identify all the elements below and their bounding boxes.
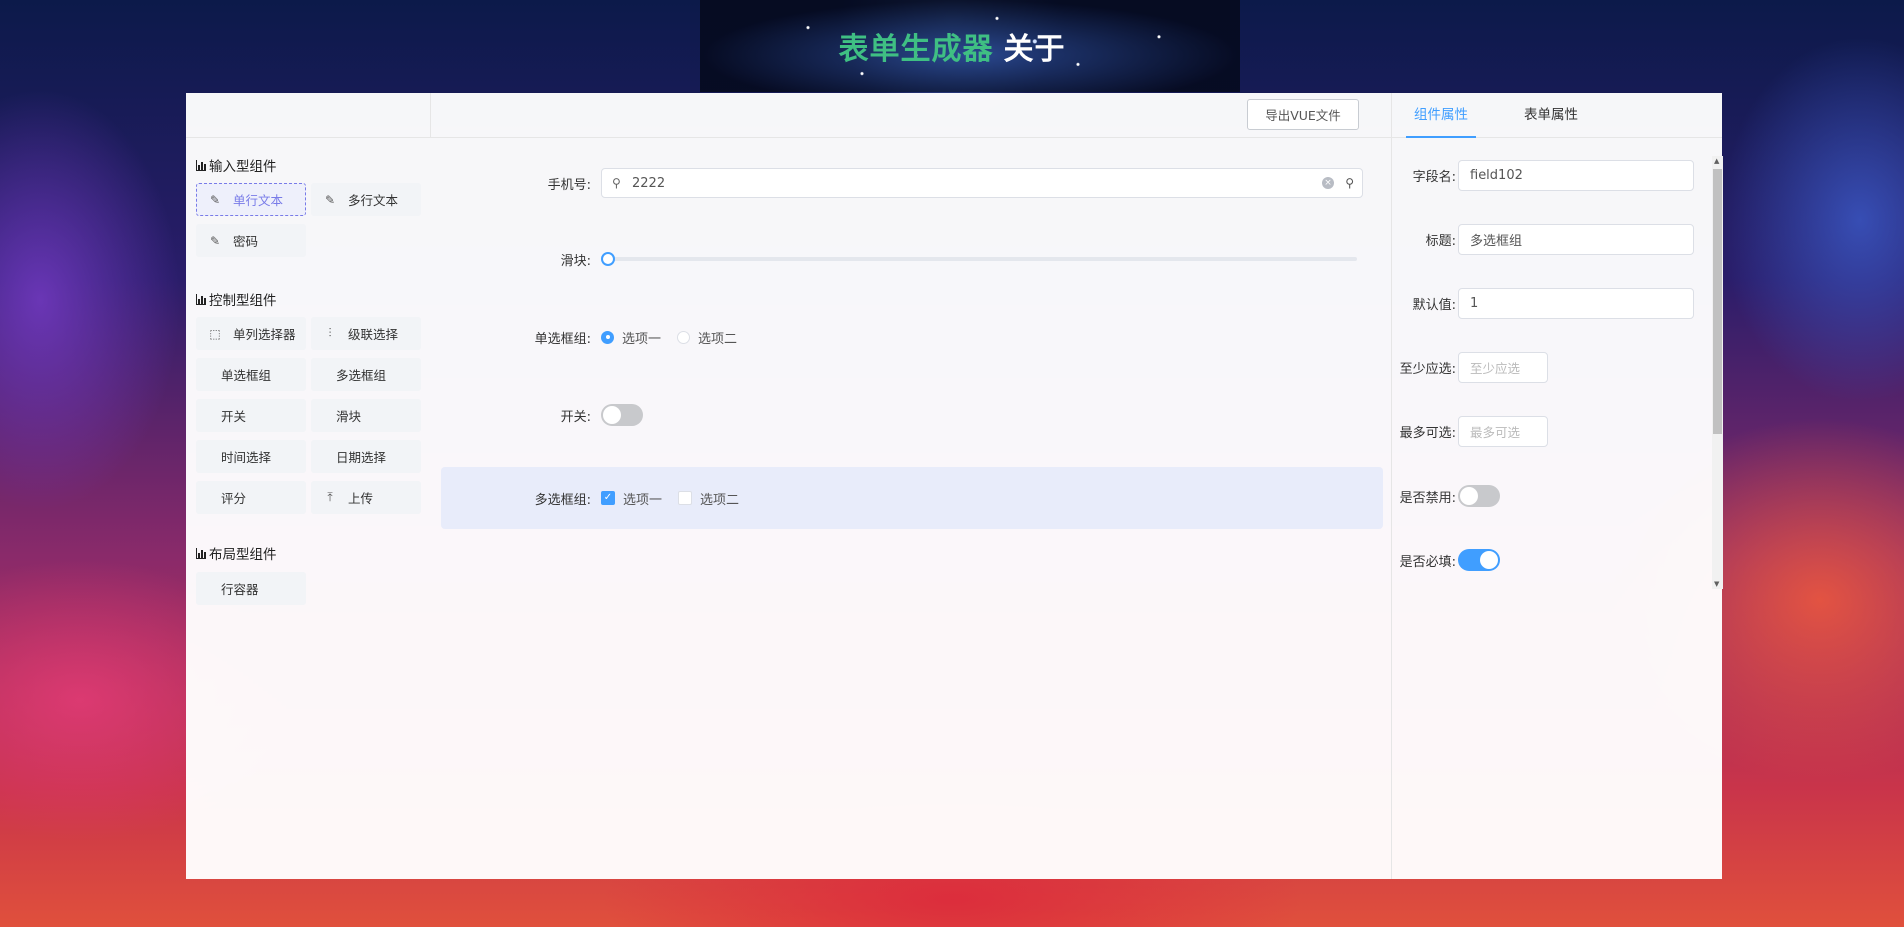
form-item-slider[interactable]: 滑块: [441,247,1383,271]
component-slider[interactable]: 滑块 [311,399,421,432]
form-item-phone[interactable]: 手机号: ⚲ 2222 × ⚲ [441,167,1383,199]
properties-panel: 组件属性 表单属性 字段名: field102 标题: 多选框组 默认值: 1 … [1391,93,1723,879]
tab-form-props[interactable]: 表单属性 [1524,93,1578,138]
form-item-radio-group[interactable]: 单选框组: 选项一 选项二 [441,325,1383,349]
prop-disabled: 是否禁用: [1392,485,1712,507]
form-item-switch[interactable]: 开关: [441,402,1383,428]
about-link[interactable]: 关于 [1004,32,1066,67]
properties-scrollbar[interactable]: ▲ ▼ [1712,156,1723,589]
chart-icon [196,547,206,559]
chart-icon [196,293,206,305]
slider-track [607,257,1357,261]
prop-required: 是否必填: [1392,549,1712,571]
prop-min: 至少应选: 至少应选 [1392,352,1712,383]
component-password[interactable]: ✎ 密码 [196,224,306,257]
component-radio-group[interactable]: 单选框组 [196,358,306,391]
disabled-switch[interactable] [1458,485,1500,507]
component-cascader[interactable]: ⫶ 级联选择 [311,317,421,350]
scrollbar-thumb[interactable] [1713,169,1722,434]
radio-option-2[interactable]: 选项二 [677,328,737,347]
component-single-line-text[interactable]: ✎ 单行文本 [196,183,306,216]
clear-icon[interactable]: × [1322,177,1334,189]
default-value-input[interactable]: 1 [1458,288,1694,319]
component-time-picker[interactable]: 时间选择 [196,440,306,473]
slider-handle[interactable] [601,252,615,266]
switch-toggle[interactable] [601,404,643,426]
brand-title: 表单生成器 [838,32,994,67]
component-multi-line-text[interactable]: ✎ 多行文本 [311,183,421,216]
edit-icon: ✎ [209,233,221,248]
prop-default-value: 默认值: 1 [1392,288,1712,319]
cascader-icon: ⫶ [328,326,332,340]
form-generator-panel: 输入型组件 ✎ 单行文本 ✎ 多行文本 ✎ 密码 控制型组件 ⬚ 单列选择器 ⫶ 级联选择… [186,93,1723,879]
prop-field-name: 字段名: field102 [1392,160,1712,191]
user-icon: ⚲ [612,176,621,190]
prop-max: 最多可选: 最多可选 [1392,416,1712,447]
group-title-layout: 布局型组件 [196,543,277,563]
check-icon: ✓ [601,491,615,505]
component-upload[interactable]: ⤒ 上传 [311,481,421,514]
phone-input[interactable]: ⚲ 2222 × ⚲ [601,168,1363,198]
title-input[interactable]: 多选框组 [1458,224,1694,255]
component-row-container[interactable]: 行容器 [196,572,306,605]
component-rate[interactable]: 评分 [196,481,306,514]
user-icon: ⚲ [1345,176,1354,190]
max-input[interactable]: 最多可选 [1458,416,1548,447]
phone-value: 2222 [632,175,666,191]
edit-icon: ✎ [324,192,336,207]
palette-header [186,93,431,138]
form-item-checkbox-group[interactable]: 多选框组: ✓ 选项一 选项二 [441,467,1383,529]
component-switch[interactable]: 开关 [196,399,306,432]
upload-icon: ⤒ [327,490,333,504]
scroll-down-icon[interactable]: ▼ [1714,580,1719,588]
checkbox-option-1[interactable]: ✓ 选项一 [601,489,662,508]
app-title: 表单生成器 关于 [0,24,1904,68]
component-palette: 输入型组件 ✎ 单行文本 ✎ 多行文本 ✎ 密码 控制型组件 ⬚ 单列选择器 ⫶ 级联选择… [186,93,431,879]
group-title-control: 控制型组件 [196,289,277,309]
field-name-input[interactable]: field102 [1458,160,1694,191]
export-vue-button[interactable]: 导出VUE文件 [1247,99,1359,130]
checkbox-option-2[interactable]: 选项二 [678,489,739,508]
property-tabs: 组件属性 表单属性 [1392,93,1722,138]
required-switch[interactable] [1458,549,1500,571]
scroll-up-icon[interactable]: ▲ [1714,157,1719,165]
group-title-input: 输入型组件 [196,155,277,175]
component-date-picker[interactable]: 日期选择 [311,440,421,473]
chart-icon [196,159,206,171]
prop-title: 标题: 多选框组 [1392,224,1712,255]
component-checkbox-group[interactable]: 多选框组 [311,358,421,391]
slider[interactable] [601,252,1357,266]
component-select[interactable]: ⬚ 单列选择器 [196,317,306,350]
tab-component-props[interactable]: 组件属性 [1406,93,1476,138]
select-cursor-icon: ⬚ [209,326,221,341]
radio-option-1[interactable]: 选项一 [601,328,661,347]
min-input[interactable]: 至少应选 [1458,352,1548,383]
edit-icon: ✎ [209,192,221,207]
